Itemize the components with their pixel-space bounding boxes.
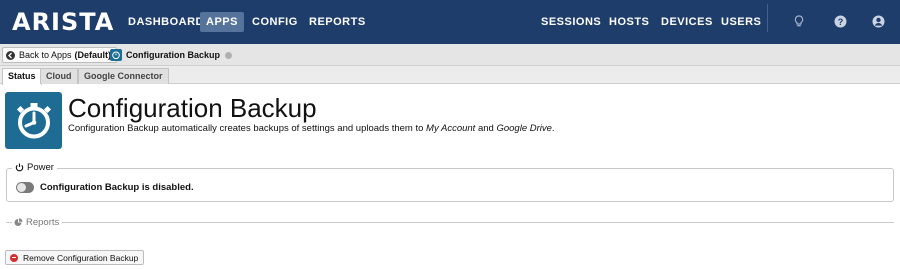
remove-icon <box>10 253 18 262</box>
back-policy-label: (Default) <box>74 50 112 60</box>
config-backup-app-icon <box>5 92 62 149</box>
app-description: Configuration Backup automatically creat… <box>68 123 555 134</box>
power-legend: Power <box>12 162 57 173</box>
tab-cloud[interactable]: Cloud <box>40 68 78 84</box>
breadcrumb-app-name: Configuration Backup <box>126 50 220 60</box>
back-label: Back to Apps <box>19 50 72 60</box>
nav-sessions[interactable]: SESSIONS <box>535 12 607 32</box>
power-status-text: Configuration Backup is disabled. <box>40 182 194 193</box>
nav-users[interactable]: USERS <box>715 12 767 32</box>
nav-apps[interactable]: APPS <box>200 12 244 32</box>
back-arrow-icon <box>6 50 15 60</box>
tab-strip: Status Cloud Google Connector <box>0 66 900 85</box>
toggle-knob <box>17 183 26 192</box>
power-toggle[interactable] <box>16 182 34 193</box>
nav-dashboard[interactable]: DASHBOARD <box>122 12 210 32</box>
breadcrumb-current-app: Configuration Backup <box>110 48 232 62</box>
help-icon[interactable]: ? <box>833 14 847 28</box>
reports-legend: Reports <box>14 217 64 228</box>
pie-chart-icon <box>14 218 23 227</box>
my-account-link: My Account <box>426 123 476 134</box>
nav-reports[interactable]: REPORTS <box>303 12 372 32</box>
svg-text:?: ? <box>837 16 843 26</box>
tab-status[interactable]: Status <box>2 68 42 85</box>
page-title: Configuration Backup <box>68 93 317 123</box>
arista-logo[interactable]: ARISTA <box>12 8 114 36</box>
nav-divider <box>767 4 768 32</box>
google-drive-link: Google Drive <box>496 123 552 134</box>
tab-google-connector[interactable]: Google Connector <box>78 68 169 84</box>
app-status-indicator <box>225 51 232 59</box>
config-backup-mini-icon <box>110 49 122 61</box>
nav-config[interactable]: CONFIG <box>246 12 304 32</box>
reports-divider-left <box>6 222 12 223</box>
top-nav-bar: ARISTA DASHBOARD APPS CONFIG REPORTS SES… <box>0 0 900 44</box>
remove-app-button[interactable]: Remove Configuration Backup <box>5 250 145 265</box>
lightbulb-icon[interactable] <box>792 14 806 28</box>
nav-hosts[interactable]: HOSTS <box>603 12 655 32</box>
account-icon[interactable] <box>871 14 885 28</box>
breadcrumb-bar: Back to Apps (Default) Configuration Bac… <box>0 44 900 66</box>
back-to-apps-button[interactable]: Back to Apps (Default) <box>2 47 118 63</box>
power-icon <box>15 163 24 172</box>
reports-divider-right <box>62 222 894 223</box>
nav-devices[interactable]: DEVICES <box>655 12 719 32</box>
